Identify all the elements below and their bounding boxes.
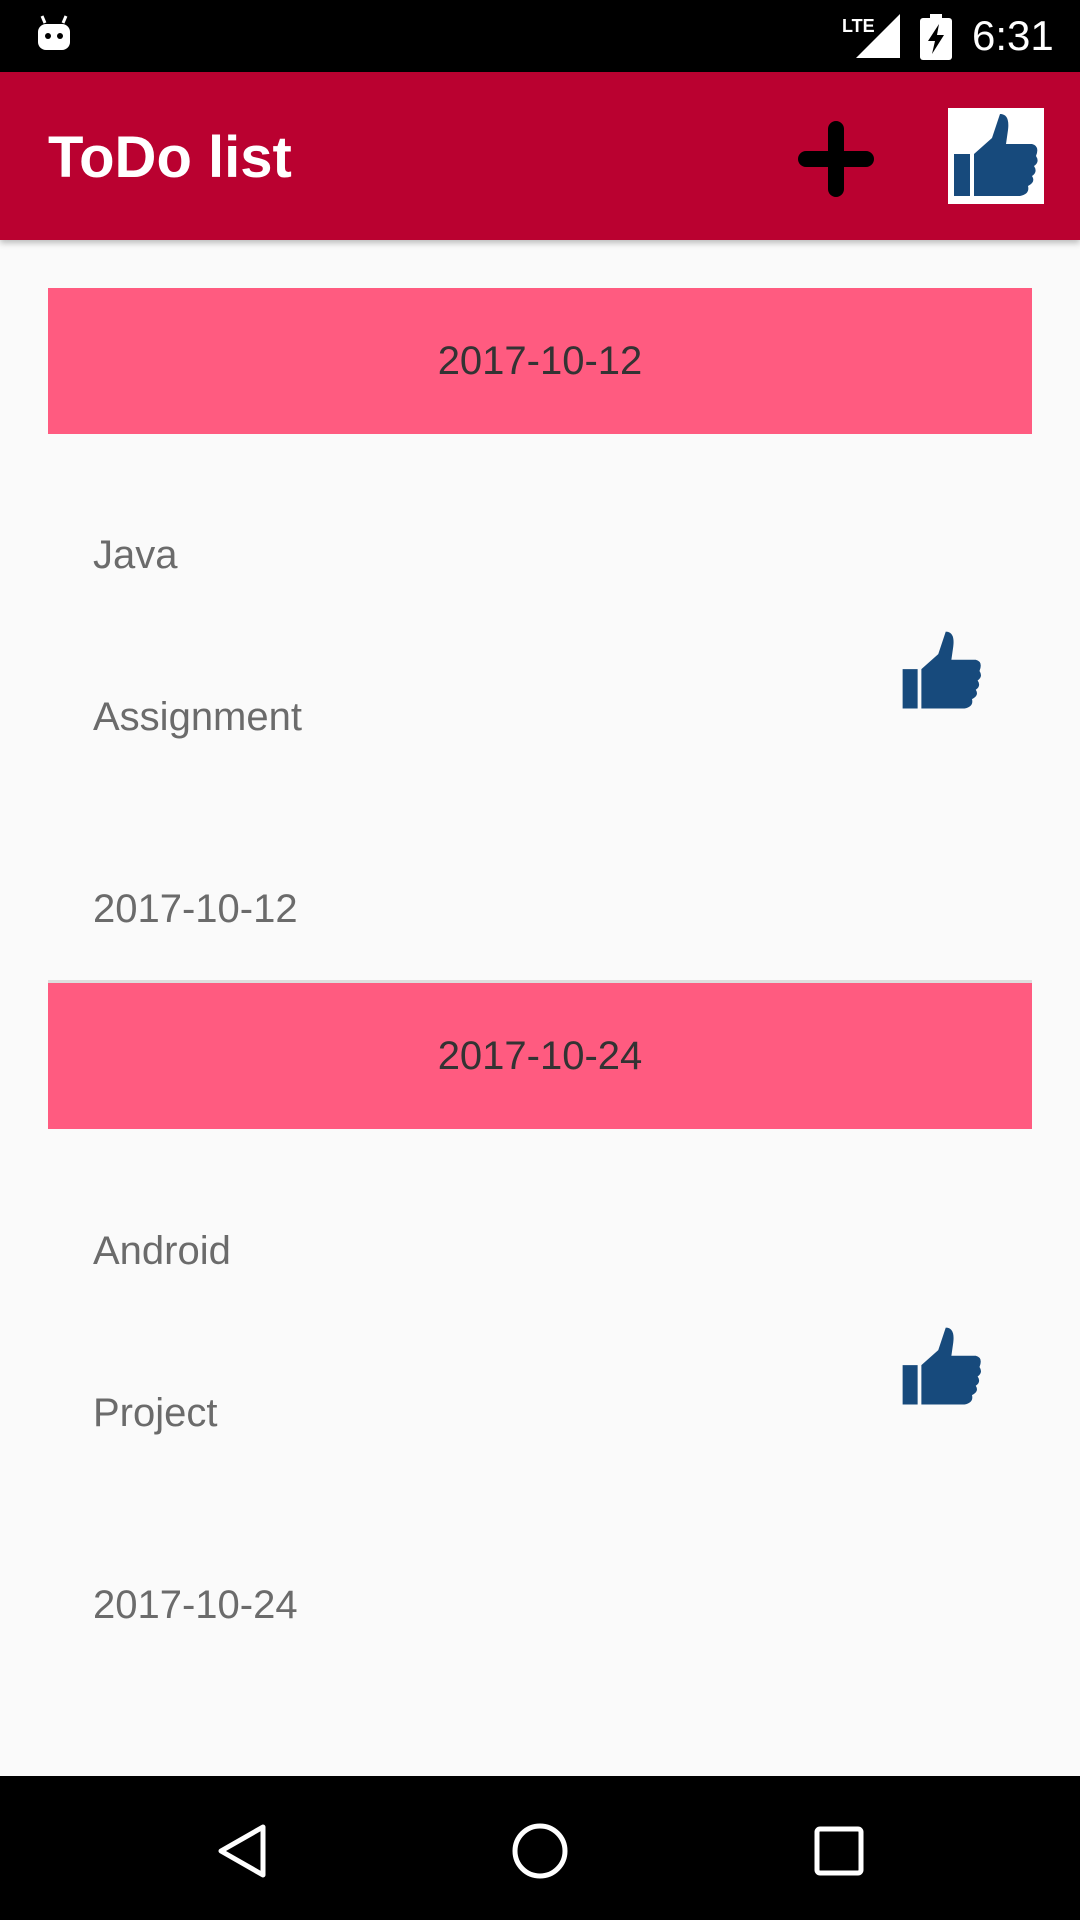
home-button[interactable] — [495, 1806, 585, 1896]
thumbs-up-icon[interactable] — [897, 1322, 987, 1412]
date-header: 2017-10-24 — [48, 983, 1032, 1129]
app-bar: ToDo list — [0, 72, 1080, 240]
thumbs-up-icon[interactable] — [897, 626, 987, 716]
plus-icon — [798, 121, 874, 197]
status-bar: LTE 6:31 — [0, 0, 1080, 72]
add-button[interactable] — [786, 112, 886, 206]
recents-icon — [814, 1826, 864, 1876]
thumbs-up-icon — [954, 114, 1038, 196]
android-notification-icon — [38, 15, 70, 50]
lte-signal-icon: LTE — [842, 14, 900, 58]
date-header: 2017-10-12 — [48, 288, 1032, 434]
svg-text:LTE: LTE — [842, 16, 875, 36]
back-icon — [218, 1824, 266, 1878]
item-date: 2017-10-12 — [93, 887, 298, 931]
clock: 6:31 — [972, 12, 1054, 59]
item-description: Assignment — [93, 695, 302, 739]
item-description: Project — [93, 1391, 218, 1435]
recents-button[interactable] — [794, 1806, 884, 1896]
app-title: ToDo list — [48, 125, 292, 190]
battery-charging-icon — [920, 14, 952, 60]
home-icon — [512, 1823, 568, 1879]
navigation-bar — [0, 1776, 1080, 1920]
item-title: Java — [93, 533, 178, 577]
back-button[interactable] — [196, 1806, 286, 1896]
item-title: Android — [93, 1229, 231, 1273]
thumbs-up-button[interactable] — [948, 108, 1044, 204]
item-date: 2017-10-24 — [93, 1583, 298, 1627]
